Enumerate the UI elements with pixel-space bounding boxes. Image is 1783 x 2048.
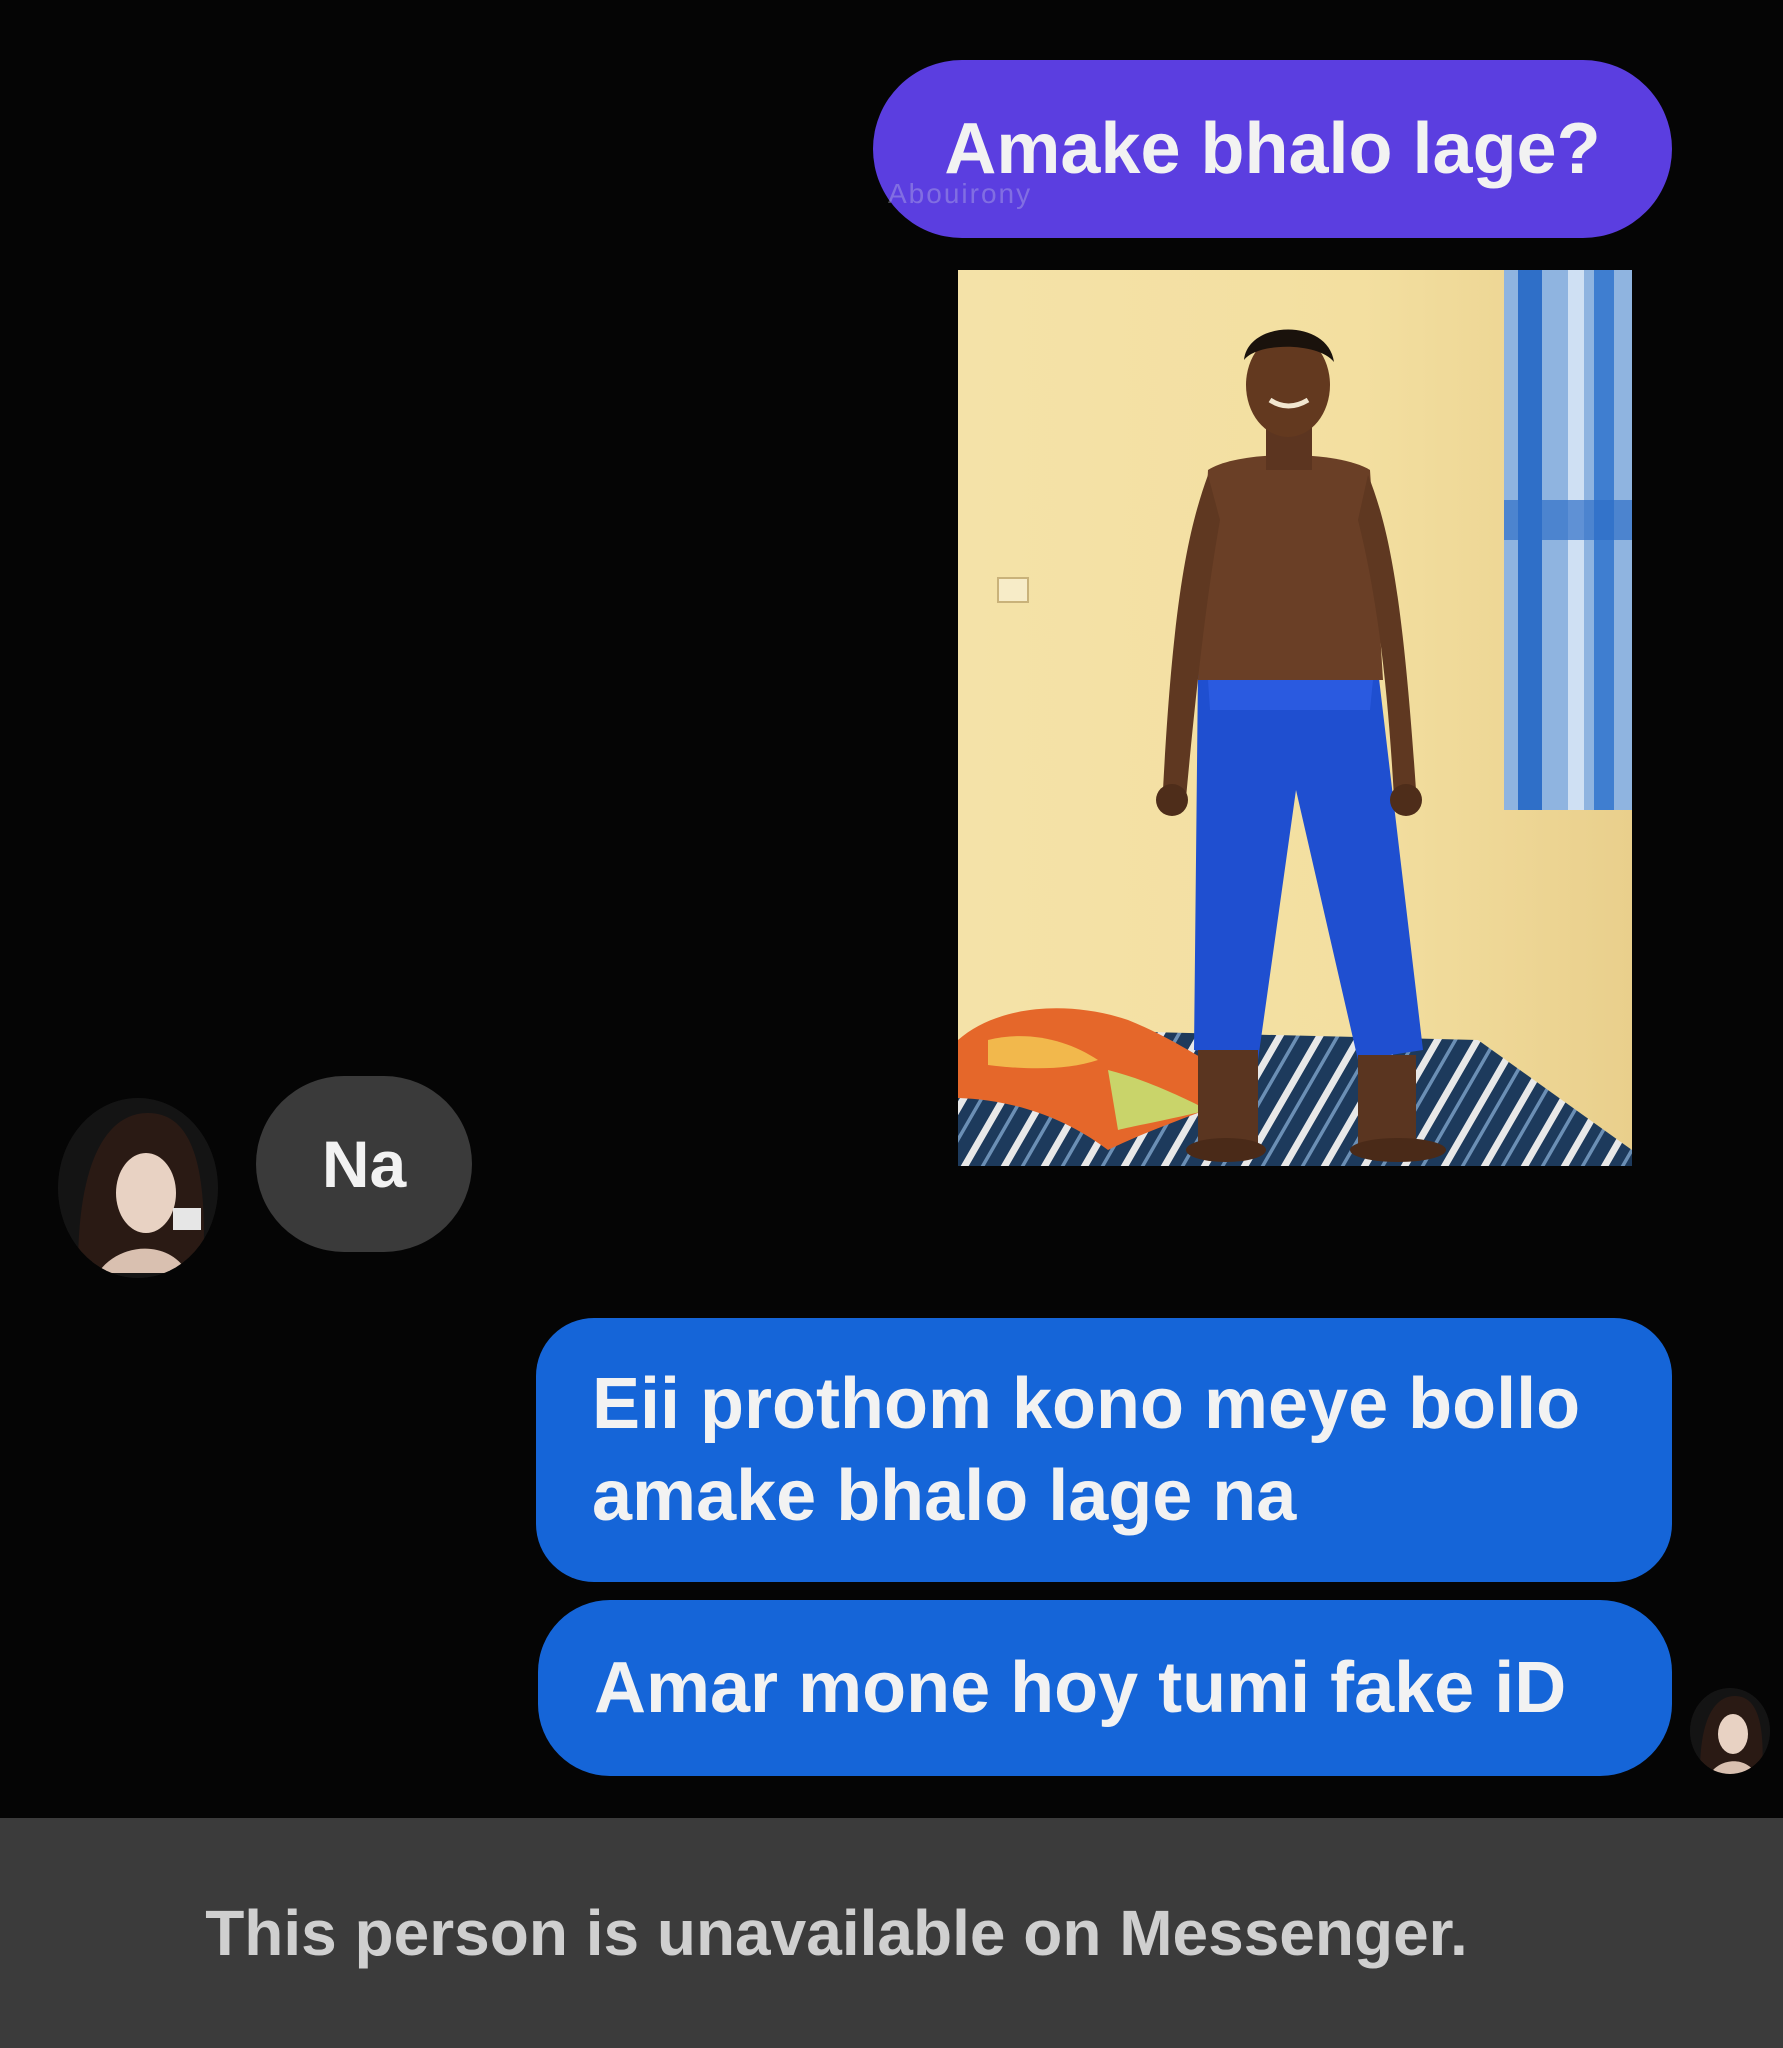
message-bubble-sent-fake[interactable]: Amar mone hoy tumi fake iD — [538, 1600, 1672, 1776]
message-text: Na — [321, 1127, 407, 1201]
message-text-line-1: Eii prothom kono meye bollo — [592, 1364, 1581, 1444]
message-text: Amake bhalo lage? — [944, 109, 1601, 189]
message-text-line-2: amake bhalo lage na — [592, 1456, 1297, 1536]
message-bubble-sent-long[interactable]: Eii prothom kono meye bollo amake bhalo … — [536, 1318, 1672, 1582]
message-bubble-received-na[interactable]: Na — [256, 1076, 472, 1252]
contact-avatar-icon[interactable] — [58, 1098, 218, 1278]
unavailable-status-text: This person is unavailable on Messenger. — [205, 1897, 1468, 1969]
seen-avatar-icon — [1690, 1688, 1770, 1774]
watermark: Abouirony — [888, 178, 1033, 209]
unavailable-footer: This person is unavailable on Messenger. — [0, 1818, 1783, 2048]
shared-photo[interactable] — [958, 270, 1632, 1166]
message-bubble-sent-question[interactable]: Amake bhalo lage? — [873, 60, 1672, 238]
message-text: Amar mone hoy tumi fake iD — [594, 1648, 1567, 1728]
photo-image — [958, 270, 1632, 1166]
